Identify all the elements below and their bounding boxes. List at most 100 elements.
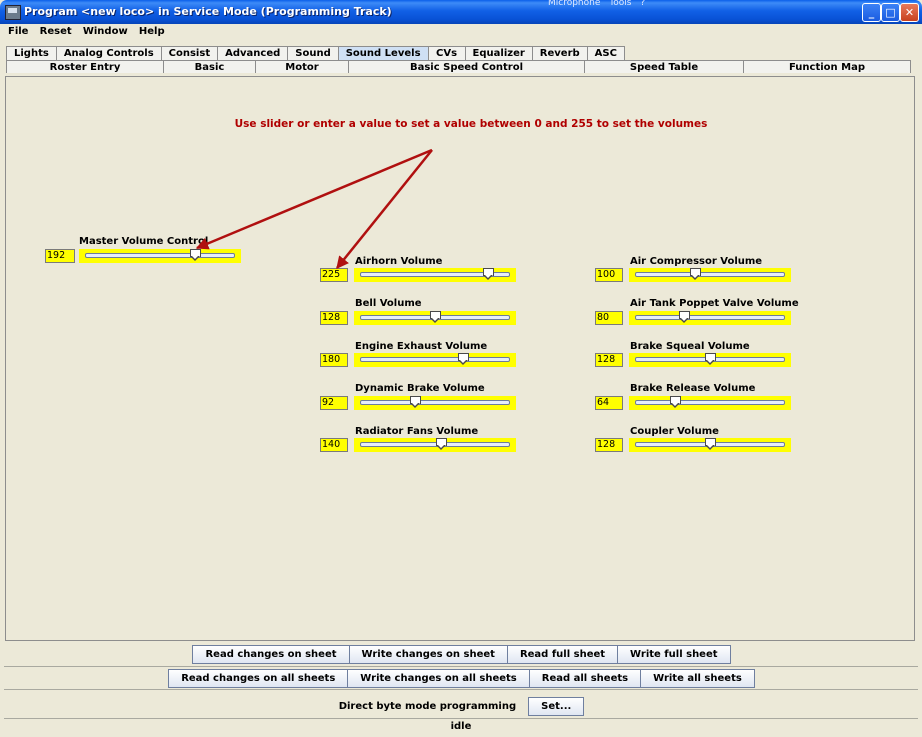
maximize-button[interactable]: □ <box>881 3 900 22</box>
engine-exhaust-volume-value-field[interactable]: 180 <box>320 353 348 367</box>
tab-speed-table[interactable]: Speed Table <box>584 60 744 73</box>
brake-release-volume-slider[interactable] <box>629 396 791 410</box>
brake-squeal-volume-slider[interactable] <box>629 353 791 367</box>
slider-track[interactable] <box>635 400 785 405</box>
engine-exhaust-volume-slider[interactable] <box>354 353 516 367</box>
bell-volume-label: Bell Volume <box>355 298 422 309</box>
tab-asc[interactable]: ASC <box>586 46 625 60</box>
master-volume-control-slider[interactable] <box>79 249 241 263</box>
sheet-buttons: Read changes on sheet Write changes on sh… <box>0 645 922 664</box>
slider-track[interactable] <box>85 253 235 258</box>
tab-basic[interactable]: Basic <box>163 60 256 73</box>
master-volume-control-label: Master Volume Control <box>79 236 209 247</box>
tab-sound-levels[interactable]: Sound Levels <box>337 46 429 60</box>
slider-thumb[interactable] <box>429 311 441 324</box>
brake-squeal-volume-label: Brake Squeal Volume <box>630 341 750 352</box>
bell-volume-value-field[interactable]: 128 <box>320 311 348 325</box>
air-compressor-volume-slider[interactable] <box>629 268 791 282</box>
read-changes-on-all-sheets-button[interactable]: Read changes on all sheets <box>168 669 349 688</box>
bell-volume-slider[interactable] <box>354 311 516 325</box>
tab-consist[interactable]: Consist <box>160 46 219 60</box>
divider <box>4 718 918 719</box>
slider-track[interactable] <box>635 315 785 320</box>
programming-mode-label: Direct byte mode programming <box>338 701 517 712</box>
dynamic-brake-volume-label: Dynamic Brake Volume <box>355 383 485 394</box>
coupler-volume-value-field[interactable]: 128 <box>595 438 623 452</box>
slider-thumb[interactable] <box>482 268 494 281</box>
air-tank-poppet-valve-volume-label: Air Tank Poppet Valve Volume <box>630 298 799 309</box>
programming-mode-row: Direct byte mode programming Set... <box>0 697 922 716</box>
air-tank-poppet-valve-volume-slider[interactable] <box>629 311 791 325</box>
menu-window[interactable]: Window <box>79 24 132 39</box>
tray-help[interactable]: ? <box>640 0 645 8</box>
slider-thumb[interactable] <box>410 396 422 409</box>
tray-microphone[interactable]: Microphone <box>548 0 600 8</box>
slider-track[interactable] <box>360 442 510 447</box>
radiator-fans-volume-slider[interactable] <box>354 438 516 452</box>
slider-track[interactable] <box>360 400 510 405</box>
tab-equalizer[interactable]: Equalizer <box>464 46 533 60</box>
airhorn-volume-slider[interactable] <box>354 268 516 282</box>
slider-track[interactable] <box>360 357 510 362</box>
menu-help[interactable]: Help <box>135 24 169 39</box>
write-changes-on-all-sheets-button[interactable]: Write changes on all sheets <box>347 669 530 688</box>
tab-cvs[interactable]: CVs <box>427 46 466 60</box>
write-changes-on-sheet-button[interactable]: Write changes on sheet <box>348 645 508 664</box>
brake-release-volume-value-field[interactable]: 64 <box>595 396 623 410</box>
slider-thumb[interactable] <box>689 268 701 281</box>
tab-roster-entry[interactable]: Roster Entry <box>6 60 164 73</box>
instruction-text: Use slider or enter a value to set a val… <box>234 118 708 130</box>
slider-thumb[interactable] <box>669 396 681 409</box>
slider-thumb[interactable] <box>704 438 716 451</box>
tab-motor[interactable]: Motor <box>255 60 349 73</box>
write-full-sheet-button[interactable]: Write full sheet <box>617 645 731 664</box>
menu-bar: File Reset Window Help <box>4 24 918 42</box>
tab-reverb[interactable]: Reverb <box>531 46 588 60</box>
close-button[interactable]: ✕ <box>900 3 919 22</box>
all-sheets-buttons: Read changes on all sheets Write changes … <box>0 669 922 688</box>
menu-file[interactable]: File <box>4 24 32 39</box>
window-title: Program <new loco> in Service Mode (Prog… <box>24 5 392 18</box>
read-changes-on-sheet-button[interactable]: Read changes on sheet <box>192 645 350 664</box>
tray-area: Microphone Tools ? <box>548 0 651 12</box>
slider-track[interactable] <box>635 272 785 277</box>
radiator-fans-volume-value-field[interactable]: 140 <box>320 438 348 452</box>
master-volume-control-value-field[interactable]: 192 <box>45 249 75 263</box>
minimize-button[interactable]: _ <box>862 3 881 22</box>
slider-thumb[interactable] <box>678 311 690 324</box>
brake-release-volume-label: Brake Release Volume <box>630 383 756 394</box>
airhorn-volume-value-field[interactable]: 225 <box>320 268 348 282</box>
slider-thumb[interactable] <box>436 438 448 451</box>
dynamic-brake-volume-value-field[interactable]: 92 <box>320 396 348 410</box>
tab-analog-controls[interactable]: Analog Controls <box>55 46 162 60</box>
air-compressor-volume-label: Air Compressor Volume <box>630 256 763 267</box>
air-tank-poppet-valve-volume-value-field[interactable]: 80 <box>595 311 623 325</box>
airhorn-volume-label: Airhorn Volume <box>355 256 443 267</box>
read-full-sheet-button[interactable]: Read full sheet <box>506 645 619 664</box>
divider <box>4 666 918 667</box>
set-button[interactable]: Set... <box>528 697 585 716</box>
tray-tools[interactable]: Tools <box>609 0 631 8</box>
brake-squeal-volume-value-field[interactable]: 128 <box>595 353 623 367</box>
write-all-sheets-button[interactable]: Write all sheets <box>640 669 755 688</box>
tab-advanced[interactable]: Advanced <box>217 46 289 60</box>
dynamic-brake-volume-slider[interactable] <box>354 396 516 410</box>
slider-thumb[interactable] <box>704 353 716 366</box>
status-text: idle <box>450 721 472 732</box>
divider <box>4 689 918 690</box>
slider-thumb[interactable] <box>189 249 201 262</box>
tab-lights[interactable]: Lights <box>6 46 57 60</box>
coupler-volume-slider[interactable] <box>629 438 791 452</box>
coupler-volume-label: Coupler Volume <box>630 426 719 437</box>
tab-function-map[interactable]: Function Map <box>743 60 911 73</box>
slider-thumb[interactable] <box>458 353 470 366</box>
radiator-fans-volume-label: Radiator Fans Volume <box>355 426 479 437</box>
title-bar[interactable]: Program <new loco> in Service Mode (Prog… <box>0 0 922 24</box>
read-all-sheets-button[interactable]: Read all sheets <box>528 669 642 688</box>
menu-reset[interactable]: Reset <box>36 24 76 39</box>
tab-row-top: Lights Analog Controls Consist Advanced Soun… <box>6 46 625 60</box>
engine-exhaust-volume-label: Engine Exhaust Volume <box>355 341 488 352</box>
air-compressor-volume-value-field[interactable]: 100 <box>595 268 623 282</box>
tab-sound[interactable]: Sound <box>287 46 339 60</box>
tab-basic-speed-control[interactable]: Basic Speed Control <box>348 60 585 73</box>
